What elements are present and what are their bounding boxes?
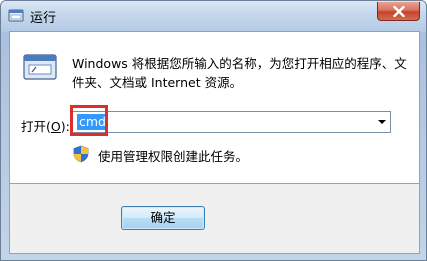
close-button[interactable]: [377, 2, 420, 21]
open-label-suffix: ):: [60, 119, 70, 134]
dialog-description: Windows 将根据您所输入的名称，为您打开相应的程序、文件夹、文档或 Int…: [72, 56, 407, 90]
uac-shield-icon: [73, 145, 89, 163]
open-label-prefix: 打开(: [21, 119, 51, 134]
red-highlight-box: [70, 105, 108, 136]
dialog-footer: 确定: [9, 184, 420, 254]
open-command-combobox[interactable]: cmd: [72, 111, 391, 133]
close-icon: [393, 6, 405, 17]
run-dialog-icon: [23, 54, 57, 80]
open-label: 打开(O):: [21, 116, 70, 135]
run-app-icon: [8, 9, 24, 22]
ok-button[interactable]: 确定: [121, 206, 205, 230]
admin-privilege-note: 使用管理权限创建此任务。: [98, 149, 249, 164]
title-bar[interactable]: 运行: [1, 1, 426, 31]
dialog-body: Windows 将根据您所输入的名称，为您打开相应的程序、文件夹、文档或 Int…: [9, 31, 420, 184]
open-label-accesskey: O: [50, 119, 61, 134]
dropdown-arrow-icon[interactable]: [378, 120, 386, 124]
window-title: 运行: [30, 11, 57, 26]
run-dialog: 运行 Windows 将根据您所输入的名称，为您打开相应的程序、文件夹、文档或 …: [0, 0, 427, 261]
